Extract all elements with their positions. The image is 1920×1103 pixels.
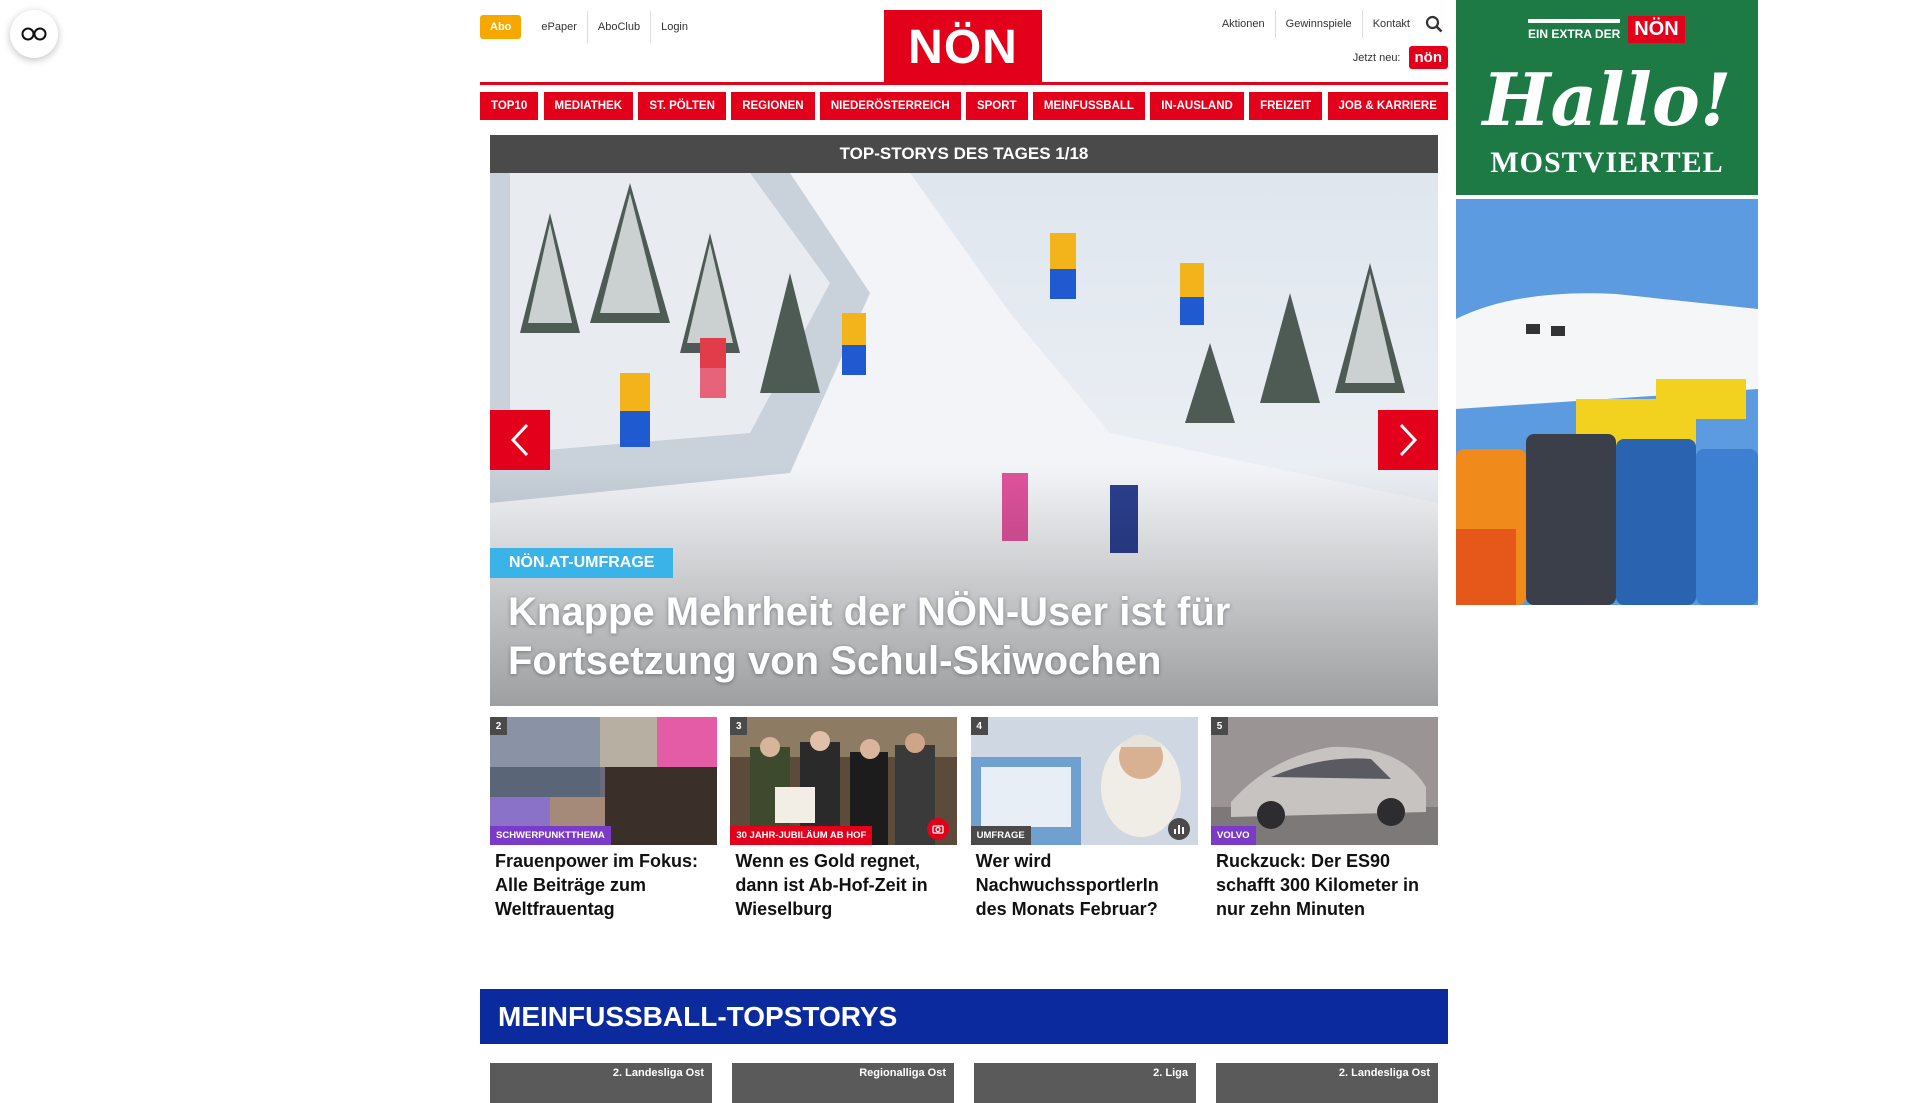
teaser-card[interactable]: 4 UMFRAGE Wer wird NachwuchssportlerIn d…	[970, 717, 1198, 921]
hero-header: TOP-STORYS DES TAGES 1/18	[490, 135, 1438, 173]
aboclub-link[interactable]: AboClub	[586, 11, 650, 43]
nav-st-poelten[interactable]: ST. PÖLTEN	[638, 92, 726, 120]
mini-logo: nön	[1408, 46, 1448, 69]
teaser-image: 2 SCHWERPUNKTTHEMA	[490, 717, 717, 845]
airport-ad-image	[1456, 199, 1758, 605]
nav-freizeit[interactable]: FREIZEIT	[1249, 92, 1323, 120]
football-league-label: Regionalliga Ost	[859, 1067, 946, 1079]
ad-hallo-title: Hallo!	[1482, 57, 1732, 142]
glasses-icon	[21, 27, 47, 41]
teaser-rank: 5	[1210, 717, 1228, 735]
reader-mode-button[interactable]	[10, 10, 58, 58]
teaser-tag: 30 JAHR-JUBILÄUM AB HOF	[730, 826, 873, 845]
jetzt-neu-label: Jetzt neu:	[1352, 51, 1401, 64]
football-card[interactable]: 2. Landesliga Ost	[490, 1063, 712, 1103]
header-right-links: Aktionen Gewinnspiele Kontakt	[1212, 10, 1448, 38]
hero-headline[interactable]: Knappe Mehrheit der NÖN-User ist für For…	[508, 588, 1408, 686]
nav-regionen[interactable]: REGIONEN	[731, 92, 815, 120]
nav-mediathek[interactable]: MEDIATHEK	[543, 92, 634, 120]
ad-logo: NÖN	[1628, 16, 1685, 43]
teaser-title[interactable]: Ruckzuck: Der ES90 schafft 300 Kilometer…	[1211, 845, 1438, 921]
teaser-tag: SCHWERPUNKTTHEMA	[490, 826, 611, 845]
teaser-title[interactable]: Wer wird NachwuchssportlerIn des Monats …	[971, 845, 1198, 921]
main-page: Abo ePaper AboClub Login NÖN Aktionen Ge…	[480, 0, 1448, 1103]
football-league-label: 2. Liga	[1153, 1067, 1188, 1079]
nav-niederoesterreich[interactable]: NIEDERÖSTERREICH	[819, 92, 961, 120]
teaser-card[interactable]: 5 VOLVO Ruckzuck: Der ES90 schafft 300 K…	[1210, 717, 1438, 921]
kontakt-link[interactable]: Kontakt	[1363, 10, 1420, 38]
section-heading[interactable]: MEINFUSSBALL-TOPSTORYS	[480, 989, 1448, 1044]
site-logo[interactable]: NÖN	[884, 10, 1042, 84]
aktionen-link[interactable]: Aktionen	[1212, 10, 1276, 38]
football-card[interactable]: Regionalliga Ost	[732, 1063, 954, 1103]
nav-in-ausland[interactable]: IN-AUSLAND	[1150, 92, 1244, 120]
teaser-tag: VOLVO	[1210, 826, 1256, 845]
teaser-rank: 3	[730, 717, 748, 735]
football-row: 2. Landesliga Ost Regionalliga Ost 2. Li…	[490, 1063, 1438, 1103]
football-league-label: 2. Landesliga Ost	[1338, 1067, 1430, 1079]
header-left-links: Abo ePaper AboClub Login	[480, 11, 698, 43]
header-divider	[480, 82, 1448, 85]
prev-slide-button[interactable]	[490, 410, 550, 470]
main-nav: TOP10 MEDIATHEK ST. PÖLTEN REGIONEN NIED…	[480, 92, 1448, 120]
site-header: Abo ePaper AboClub Login NÖN Aktionen Ge…	[480, 0, 1448, 84]
teaser-rank: 4	[970, 717, 988, 735]
search-icon[interactable]	[1420, 10, 1448, 38]
teaser-title[interactable]: Wenn es Gold regnet, dann ist Ab-Hof-Zei…	[730, 845, 957, 921]
ad-extra-line: EIN EXTRA DER NÖN	[1528, 16, 1685, 43]
ad-region: MOSTVIERTEL	[1490, 146, 1724, 179]
gewinnspiele-link[interactable]: Gewinnspiele	[1276, 10, 1363, 38]
chevron-left-icon	[510, 423, 529, 457]
football-card[interactable]: 2. Landesliga Ost	[1216, 1063, 1438, 1103]
teaser-image: 5 VOLVO	[1210, 717, 1438, 845]
teaser-image: 4 UMFRAGE	[970, 717, 1198, 845]
hero-category-tag[interactable]: NÖN.AT-UMFRAGE	[490, 548, 674, 578]
login-link[interactable]: Login	[650, 11, 698, 43]
teaser-tag: UMFRAGE	[970, 826, 1031, 845]
nav-sport[interactable]: SPORT	[965, 92, 1028, 120]
nav-top10[interactable]: TOP10	[480, 92, 539, 120]
hero-slide[interactable]: NÖN.AT-UMFRAGE Knappe Mehrheit der NÖN-U…	[490, 173, 1438, 706]
bar-chart-icon	[1167, 818, 1190, 840]
teaser-title[interactable]: Frauenpower im Fokus: Alle Beiträge zum …	[490, 845, 717, 921]
epaper-link[interactable]: ePaper	[531, 11, 586, 43]
football-card[interactable]: 2. Liga	[974, 1063, 1196, 1103]
nav-job-karriere[interactable]: JOB & KARRIERE	[1327, 92, 1448, 120]
football-league-label: 2. Landesliga Ost	[612, 1067, 704, 1079]
teaser-card[interactable]: 2 SCHWERPUNKTTHEMA Frauenpower im Fokus:…	[490, 717, 717, 921]
nav-meinfussball[interactable]: MEINFUSSBALL	[1032, 92, 1145, 120]
hallo-mostviertel-ad[interactable]: EIN EXTRA DER NÖN Hallo! MOSTVIERTEL	[1456, 0, 1758, 195]
chevron-right-icon	[1399, 423, 1418, 457]
ad-extra-text: EIN EXTRA DER	[1528, 18, 1621, 41]
next-slide-button[interactable]	[1378, 410, 1438, 470]
teaser-image: 3 30 JAHR-JUBILÄUM AB HOF	[730, 717, 958, 845]
teaser-row: 2 SCHWERPUNKTTHEMA Frauenpower im Fokus:…	[490, 717, 1438, 921]
abo-button[interactable]: Abo	[480, 15, 522, 39]
jetzt-neu-promo[interactable]: Jetzt neu: nön	[1353, 46, 1448, 69]
teaser-card[interactable]: 3 30 JAHR-JUBILÄUM AB HOF Wenn es Gold r…	[730, 717, 958, 921]
airport-ad[interactable]	[1456, 199, 1758, 605]
teaser-rank: 2	[490, 717, 507, 735]
